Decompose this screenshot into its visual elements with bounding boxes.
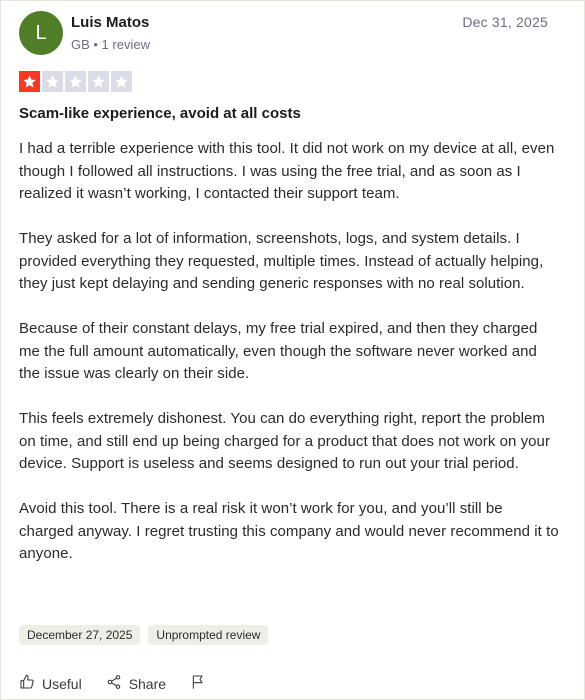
review-date: Dec 31, 2025	[462, 14, 548, 30]
star-rating	[19, 71, 132, 92]
share-icon	[106, 674, 122, 693]
review-paragraph: They asked for a lot of information, scr…	[19, 230, 544, 292]
review-actions: Useful Share	[19, 674, 230, 693]
star-icon	[65, 71, 86, 92]
star-icon	[42, 71, 63, 92]
review-title[interactable]: Scam-like experience, avoid at all costs	[19, 105, 301, 122]
review-paragraph: I had a terrible experience with this to…	[19, 140, 555, 202]
thumbs-up-icon	[19, 674, 35, 693]
share-button[interactable]: Share	[106, 674, 166, 693]
review-paragraph: This feels extremely dishonest. You can …	[19, 410, 550, 472]
flag-icon	[190, 674, 206, 693]
avatar[interactable]: L	[19, 11, 63, 55]
useful-button[interactable]: Useful	[19, 674, 82, 693]
review-paragraph: Because of their constant delays, my fre…	[19, 320, 538, 382]
review-body: I had a terrible experience with this to…	[19, 138, 559, 588]
review-card: L Luis Matos GB • 1 review Dec 31, 2025 …	[0, 0, 585, 700]
review-paragraph: Avoid this tool. There is a real risk it…	[19, 500, 559, 562]
review-type-badge[interactable]: Unprompted review	[148, 625, 269, 645]
experience-date-badge: December 27, 2025	[19, 625, 141, 645]
reviewer-name[interactable]: Luis Matos	[71, 14, 149, 31]
useful-label: Useful	[42, 675, 82, 692]
review-header: L Luis Matos GB • 1 review Dec 31, 2025	[19, 11, 548, 57]
reviewer-meta: GB • 1 review	[71, 37, 150, 52]
report-button[interactable]	[190, 674, 206, 693]
review-tags: December 27, 2025 Unprompted review	[19, 625, 269, 645]
star-icon	[88, 71, 109, 92]
share-label: Share	[128, 675, 167, 692]
star-icon	[111, 71, 132, 92]
star-icon	[19, 71, 40, 92]
